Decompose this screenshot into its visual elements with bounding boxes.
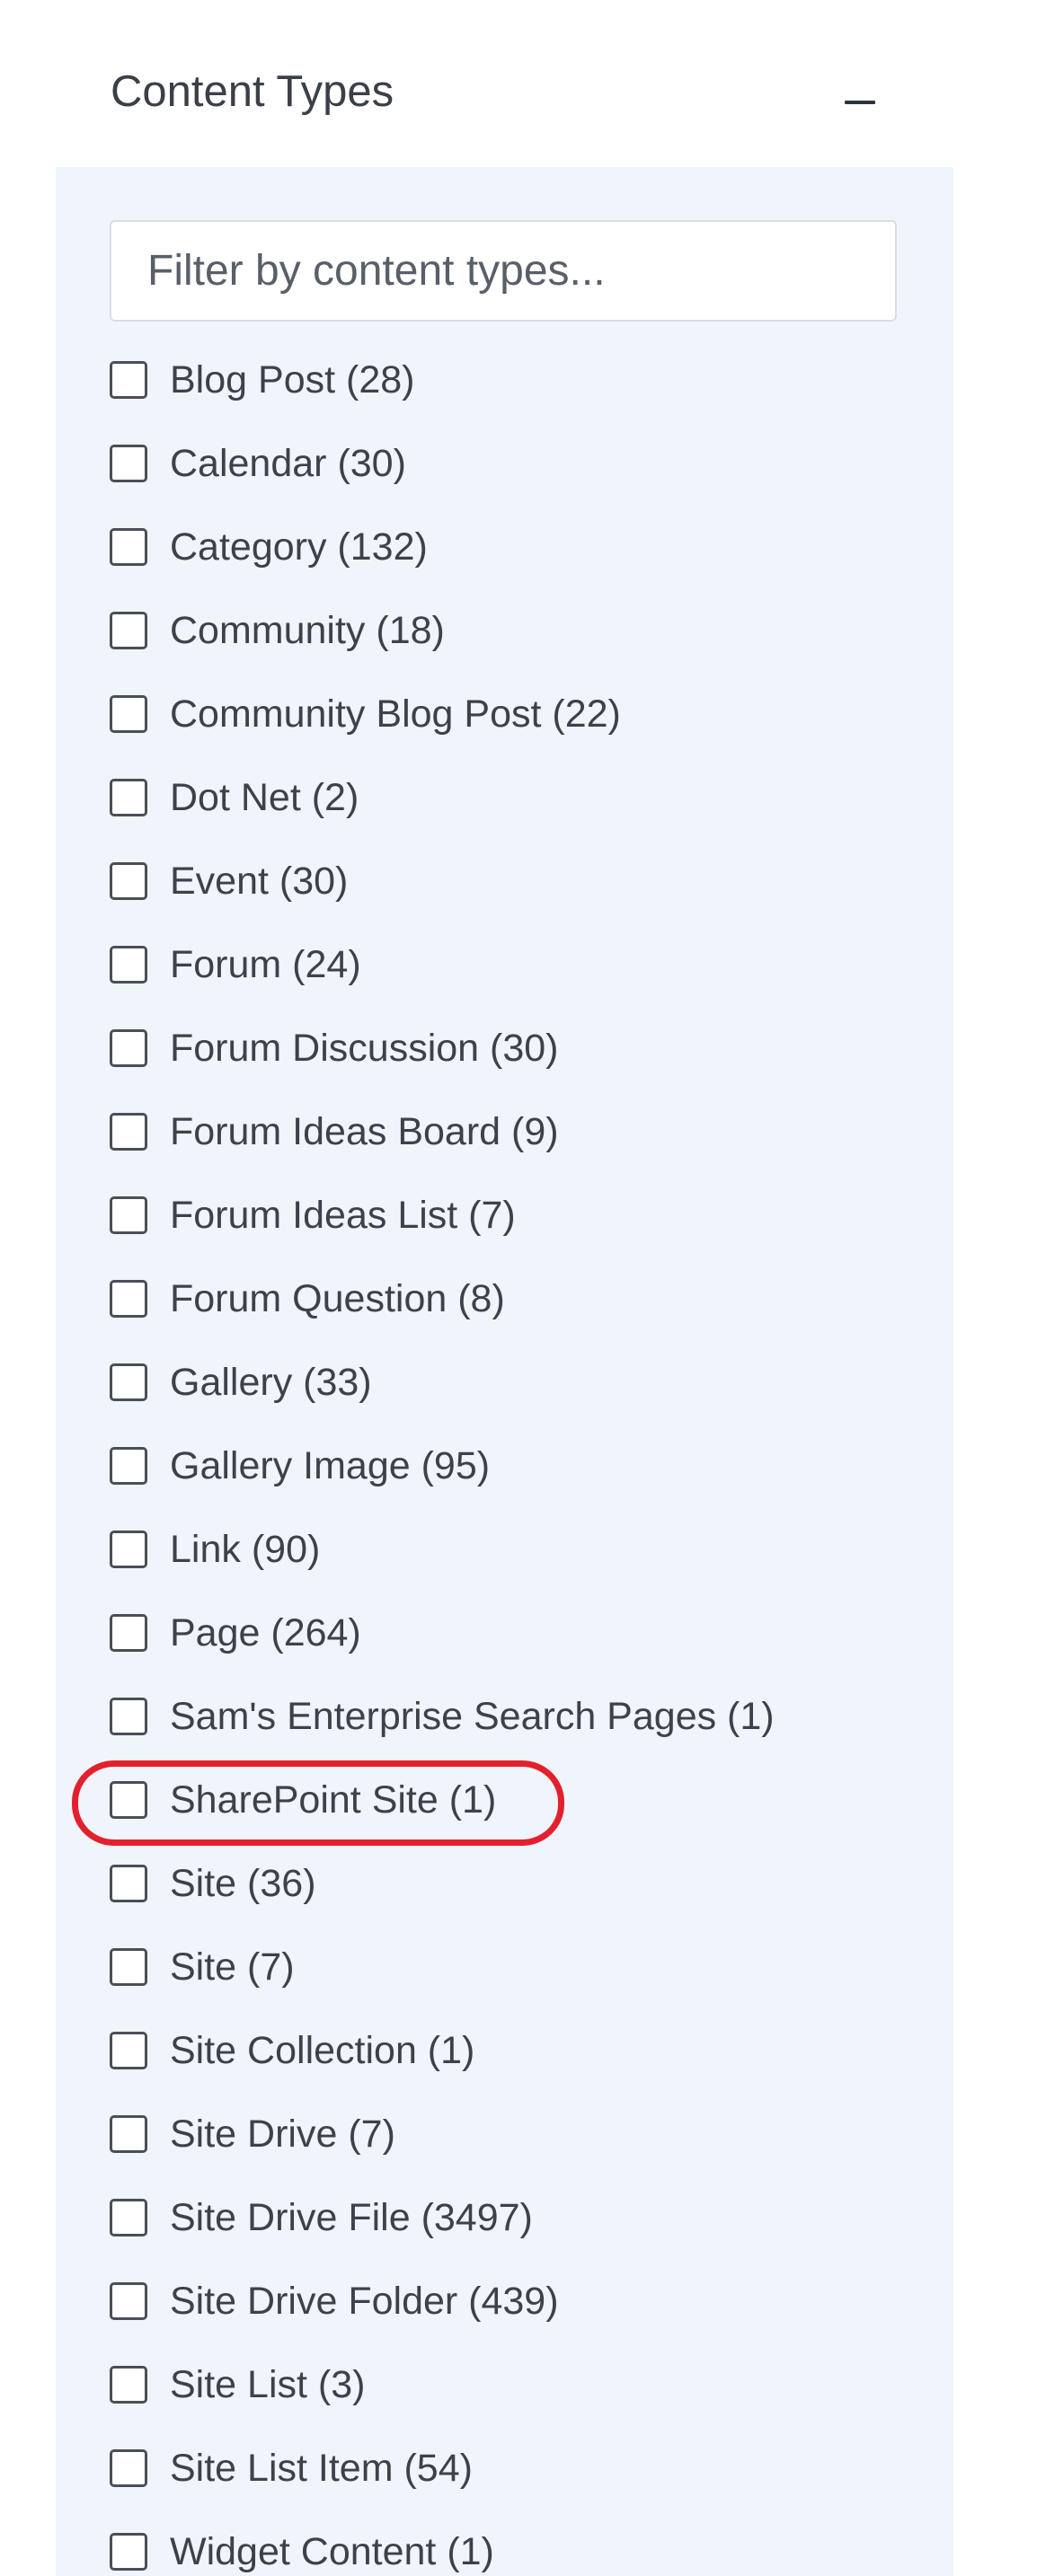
content-type-item[interactable]: Dot Net (2) — [110, 755, 775, 839]
content-type-label: Site Collection (1) — [170, 2028, 475, 2072]
content-type-label: Category (132) — [170, 525, 428, 569]
checkbox[interactable] — [110, 527, 147, 566]
content-type-label: Community Blog Post (22) — [170, 692, 621, 736]
content-type-item[interactable]: SharePoint Site (1) — [110, 1758, 775, 1841]
checkbox[interactable] — [110, 1279, 147, 1318]
content-types-panel: Blog Post (28) Calendar (30) Category (132… — [56, 167, 953, 2576]
content-type-list: Blog Post (28) Calendar (30) Category (132… — [110, 338, 775, 2576]
content-type-item[interactable]: Site (7) — [110, 1925, 775, 2008]
checkbox[interactable] — [110, 1780, 147, 1819]
content-type-item[interactable]: Site (36) — [110, 1841, 775, 1925]
checkbox[interactable] — [110, 1864, 147, 1902]
checkbox[interactable] — [110, 861, 147, 900]
content-type-item[interactable]: Forum (24) — [110, 922, 775, 1006]
content-type-item[interactable]: Gallery Image (95) — [110, 1424, 775, 1507]
checkbox[interactable] — [110, 360, 147, 399]
content-type-label: Dot Net (2) — [170, 775, 359, 819]
checkbox[interactable] — [110, 1697, 147, 1735]
content-type-item[interactable]: Event (30) — [110, 839, 775, 922]
content-type-label: Site (36) — [170, 1861, 316, 1905]
content-type-label: Community (18) — [170, 608, 445, 652]
content-type-label: Forum (24) — [170, 942, 361, 986]
checkbox[interactable] — [110, 2281, 147, 2320]
content-type-label: Calendar (30) — [170, 441, 406, 485]
content-type-item[interactable]: Community (18) — [110, 588, 775, 672]
content-type-label: Forum Ideas Board (9) — [170, 1109, 559, 1153]
content-type-item[interactable]: Forum Ideas List (7) — [110, 1173, 775, 1257]
checkbox[interactable] — [110, 1947, 147, 1986]
content-type-item[interactable]: Site Drive Folder (439) — [110, 2259, 775, 2342]
content-type-item[interactable]: Forum Ideas Board (9) — [110, 1090, 775, 1173]
checkbox[interactable] — [110, 1195, 147, 1234]
content-type-item[interactable]: Calendar (30) — [110, 421, 775, 505]
content-type-item[interactable]: Page (264) — [110, 1591, 775, 1674]
content-type-label: Gallery Image (95) — [170, 1443, 491, 1487]
content-type-label: Site Drive File (3497) — [170, 2195, 533, 2239]
content-type-item[interactable]: Category (132) — [110, 505, 775, 588]
checkbox[interactable] — [110, 611, 147, 649]
checkbox[interactable] — [110, 444, 147, 482]
content-type-filter-input[interactable] — [110, 220, 897, 322]
content-type-item[interactable]: Site Drive File (3497) — [110, 2175, 775, 2259]
checkbox[interactable] — [110, 1446, 147, 1485]
content-types-header: Content Types — [0, 0, 1037, 167]
content-type-label: Link (90) — [170, 1527, 321, 1571]
checkbox[interactable] — [110, 1530, 147, 1568]
content-type-label: Site List Item (54) — [170, 2446, 473, 2490]
content-type-label: Sam's Enterprise Search Pages (1) — [170, 1694, 775, 1738]
content-type-item[interactable]: Forum Question (8) — [110, 1257, 775, 1340]
content-type-label: Site List (3) — [170, 2362, 366, 2406]
checkbox[interactable] — [110, 2365, 147, 2404]
content-type-label: Forum Question (8) — [170, 1276, 505, 1320]
content-type-label: Gallery (33) — [170, 1360, 372, 1404]
content-type-label: Event (30) — [170, 859, 349, 903]
content-type-item[interactable]: Sam's Enterprise Search Pages (1) — [110, 1674, 775, 1758]
checkbox[interactable] — [110, 2114, 147, 2153]
checkbox[interactable] — [110, 2448, 147, 2487]
content-type-label: SharePoint Site (1) — [170, 1778, 497, 1822]
content-type-item[interactable]: Link (90) — [110, 1507, 775, 1591]
checkbox[interactable] — [110, 945, 147, 984]
checkbox[interactable] — [110, 778, 147, 816]
checkbox[interactable] — [110, 2031, 147, 2069]
collapse-button[interactable] — [836, 70, 890, 124]
checkbox[interactable] — [110, 2198, 147, 2236]
content-type-item[interactable]: Site List (3) — [110, 2342, 775, 2426]
content-type-item[interactable]: Gallery (33) — [110, 1340, 775, 1424]
content-type-item[interactable]: Widget Content (1) — [110, 2510, 775, 2576]
content-type-label: Page (264) — [170, 1610, 361, 1654]
checkbox[interactable] — [110, 1363, 147, 1401]
content-type-item[interactable]: Site Collection (1) — [110, 2008, 775, 2092]
checkbox[interactable] — [110, 2532, 147, 2571]
content-type-item[interactable]: Blog Post (28) — [110, 338, 775, 421]
content-type-label: Forum Discussion (30) — [170, 1026, 559, 1070]
checkbox[interactable] — [110, 1613, 147, 1652]
content-type-item[interactable]: Community Blog Post (22) — [110, 672, 775, 755]
checkbox[interactable] — [110, 1112, 147, 1151]
content-types-title: Content Types — [111, 67, 394, 116]
content-type-label: Site Drive Folder (439) — [170, 2279, 559, 2323]
checkbox[interactable] — [110, 1028, 147, 1067]
content-type-label: Forum Ideas List (7) — [170, 1193, 516, 1237]
content-type-item[interactable]: Site Drive (7) — [110, 2092, 775, 2175]
checkbox[interactable] — [110, 694, 147, 733]
content-type-item[interactable]: Site List Item (54) — [110, 2426, 775, 2510]
content-type-label: Blog Post (28) — [170, 357, 415, 401]
content-type-item[interactable]: Forum Discussion (30) — [110, 1006, 775, 1090]
content-type-label: Widget Content (1) — [170, 2529, 494, 2573]
content-type-label: Site (7) — [170, 1945, 295, 1989]
minus-icon — [845, 101, 875, 104]
content-type-label: Site Drive (7) — [170, 2112, 395, 2156]
